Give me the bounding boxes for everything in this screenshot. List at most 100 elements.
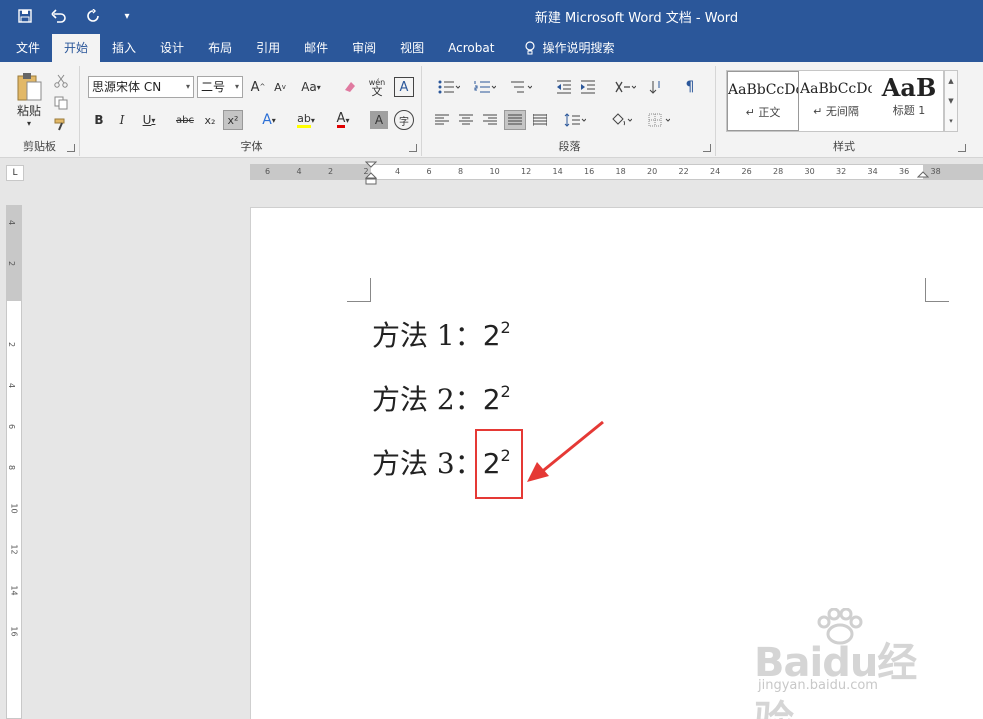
vertical-ruler[interactable]: 4 2 2 4 6 8 10 12 14 16 — [6, 205, 22, 719]
text-effects-button[interactable]: A ▾ — [254, 110, 284, 130]
text-effects-icon: A — [262, 112, 272, 128]
numbering-button[interactable] — [470, 78, 500, 96]
tab-mailings[interactable]: 邮件 — [292, 34, 340, 62]
tell-me-search[interactable]: 操作说明搜索 — [506, 34, 626, 62]
tab-layout[interactable]: 布局 — [196, 34, 244, 62]
bullets-button[interactable] — [434, 78, 464, 96]
ruler-h-number: 26 — [741, 167, 752, 176]
line-spacing-button[interactable] — [560, 110, 590, 130]
document-line-1[interactable]: 方法 1：22 — [372, 314, 511, 354]
tab-acrobat[interactable]: Acrobat — [436, 34, 506, 62]
tab-insert[interactable]: 插入 — [100, 34, 148, 62]
strikethrough-button[interactable]: abc — [174, 110, 196, 130]
copy-button[interactable] — [52, 94, 70, 112]
style-normal[interactable]: AaBbCcDc ↵ 正文 — [727, 71, 799, 131]
tab-home[interactable]: 开始 — [52, 34, 101, 62]
ruler-h-number: 36 — [899, 167, 910, 176]
clipboard-launcher-icon[interactable]: . — [67, 144, 75, 152]
tab-references[interactable]: 引用 — [244, 34, 292, 62]
bullet-list-icon — [438, 80, 460, 94]
style-heading-1[interactable]: AaB 标题 1 — [873, 71, 945, 131]
horizontal-ruler[interactable]: 6 4 2 2 4 6 8 10 12 14 16 18 20 22 24 26 28 30 32 34 36 38 — [250, 161, 983, 185]
multilevel-list-button[interactable] — [506, 78, 536, 96]
bold-button[interactable]: B — [90, 110, 108, 130]
align-center-button[interactable] — [456, 110, 476, 130]
ruler-h-number: 16 — [584, 167, 595, 176]
sort-icon — [649, 81, 660, 94]
ruler-v-number: 12 — [9, 544, 19, 555]
paragraph-shading-button[interactable] — [606, 110, 636, 130]
annotation-highlight-box — [475, 429, 523, 499]
distributed-button[interactable] — [530, 110, 550, 130]
style-heading-1-preview: AaB — [881, 73, 937, 102]
style-no-spacing[interactable]: AaBbCcDc ↵ 无间隔 — [800, 71, 872, 131]
borders-button[interactable] — [644, 110, 674, 130]
clear-format-button[interactable] — [340, 78, 360, 96]
baidu-watermark: Baidu经验 jingyan.baidu.com — [754, 608, 944, 719]
grow-font-button[interactable]: A ^ — [248, 78, 268, 96]
ruler-h-number: 32 — [836, 167, 847, 176]
character-border-button[interactable]: A — [394, 77, 414, 97]
paste-icon — [17, 73, 42, 101]
tab-review[interactable]: 审阅 — [340, 34, 388, 62]
ruler-h-number: 2 — [363, 167, 369, 176]
paragraph-launcher-icon[interactable]: . — [703, 144, 711, 152]
styles-gallery: AaBbCcDc ↵ 正文 AaBbCcDc ↵ 无间隔 AaB 标题 1 — [726, 70, 944, 132]
subscript-button[interactable]: x₂ — [200, 110, 220, 130]
font-name-combo[interactable]: 思源宋体 CN ▾ — [88, 76, 194, 98]
align-right-button[interactable] — [480, 110, 500, 130]
style-normal-name: ↵ 正文 — [745, 106, 781, 119]
scroll-up-icon[interactable]: ▲ — [948, 77, 953, 85]
tab-view[interactable]: 视图 — [388, 34, 436, 62]
underline-button[interactable]: U ▾ — [136, 110, 162, 130]
align-left-button[interactable] — [432, 110, 452, 130]
cut-button[interactable] — [52, 72, 70, 90]
phonetic-guide-button[interactable]: wén 文 — [366, 76, 388, 98]
ruler-h-number: 20 — [647, 167, 658, 176]
shrink-font-button[interactable]: Av — [270, 78, 290, 96]
ruler-h-number: 10 — [489, 167, 500, 176]
style-no-spacing-preview: AaBbCcDc — [800, 81, 872, 97]
paste-button[interactable]: 粘贴 ▾ — [10, 70, 48, 130]
shrink-font-icon: A — [274, 80, 282, 94]
italic-button[interactable]: I — [113, 110, 131, 130]
ruler-v-number: 2 — [7, 260, 17, 267]
font-name-dropdown-icon: ▾ — [185, 82, 190, 91]
tab-design[interactable]: 设计 — [148, 34, 196, 62]
tab-stop-selector[interactable]: L — [6, 165, 24, 181]
decrease-indent-button[interactable] — [554, 78, 574, 96]
enclose-characters-button[interactable]: 字 — [394, 110, 414, 130]
document-line-2[interactable]: 方法 2：22 — [372, 378, 511, 418]
align-left-icon — [435, 114, 449, 125]
increase-indent-button[interactable] — [578, 78, 598, 96]
justify-button[interactable] — [504, 110, 526, 130]
font-color-button[interactable]: A ▾ — [328, 110, 358, 130]
asian-layout-button[interactable] — [610, 78, 640, 96]
character-shading-button[interactable]: A — [370, 111, 388, 129]
font-launcher-icon[interactable]: . — [409, 144, 417, 152]
font-size-combo[interactable]: 二号 ▾ — [197, 76, 243, 98]
sort-button[interactable] — [646, 78, 666, 96]
ruler-h-number: 6 — [426, 167, 432, 176]
tab-file[interactable]: 文件 — [4, 34, 52, 62]
ruler-v-number: 8 — [7, 464, 17, 471]
gallery-more-icon[interactable]: ▾ — [949, 117, 953, 125]
line-1-base: 2 — [482, 319, 501, 352]
format-painter-button[interactable] — [52, 116, 70, 134]
right-indent-marker[interactable] — [917, 171, 929, 181]
ruler-h-number: 34 — [867, 167, 878, 176]
superscript-button[interactable]: x² — [223, 110, 243, 130]
highlight-button[interactable]: ab ▾ — [290, 110, 322, 130]
styles-gallery-scroll[interactable]: ▲ ▼ ▾ — [944, 70, 958, 132]
line-1-prefix: 方法 1： — [372, 319, 483, 352]
line-spacing-icon — [564, 113, 586, 127]
show-marks-button[interactable]: ¶ — [680, 78, 700, 96]
scroll-down-icon[interactable]: ▼ — [948, 97, 953, 105]
ruler-v-number: 2 — [7, 341, 17, 348]
ruler-h-number: 18 — [615, 167, 626, 176]
font-group: 思源宋体 CN ▾ 二号 ▾ A ^ Av Aa ▾ wén 文 A B I U ▾ a… — [82, 66, 422, 156]
change-case-button[interactable]: Aa ▾ — [296, 78, 326, 96]
ruler-h-number: 24 — [710, 167, 721, 176]
paste-label: 粘贴 — [16, 104, 41, 118]
styles-launcher-icon[interactable]: . — [958, 144, 966, 152]
